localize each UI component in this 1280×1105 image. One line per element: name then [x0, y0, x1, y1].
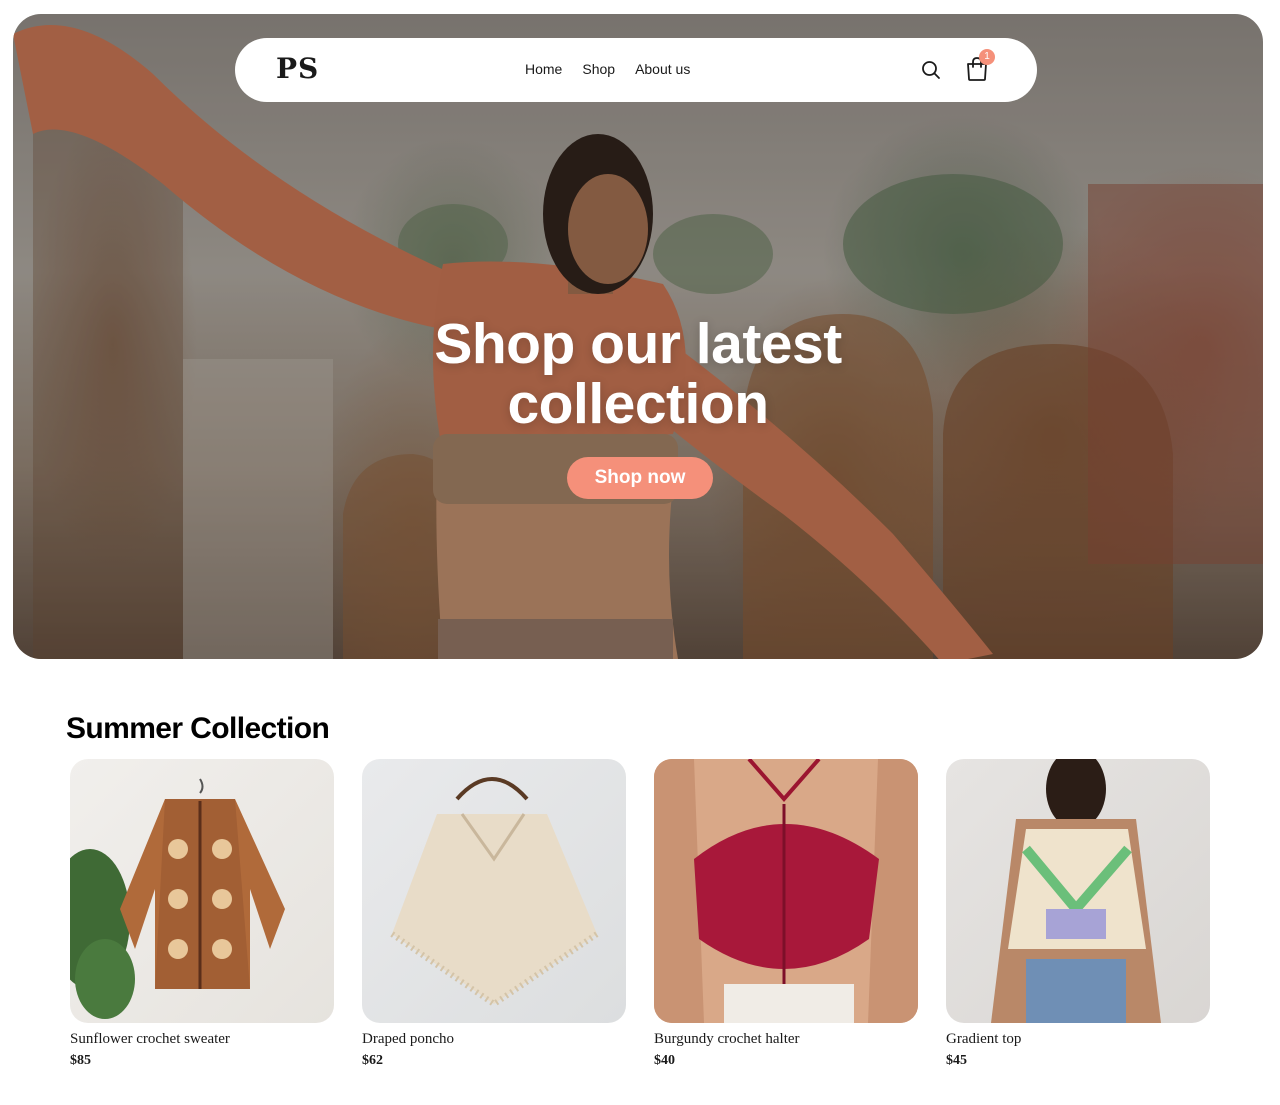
- product-name[interactable]: Burgundy crochet halter: [654, 1031, 918, 1049]
- product-name[interactable]: Sunflower crochet sweater: [70, 1031, 334, 1049]
- product-card[interactable]: Gradient top $45: [946, 759, 1210, 1069]
- product-price: $40: [654, 1053, 675, 1068]
- product-card[interactable]: Draped poncho $62: [362, 759, 626, 1069]
- search-button[interactable]: [917, 56, 945, 84]
- hero-title: Shop our latest collection: [13, 314, 1263, 434]
- collection-title: Summer Collection: [66, 712, 330, 745]
- shop-now-button[interactable]: Shop now: [567, 457, 713, 499]
- product-price: $85: [70, 1053, 91, 1068]
- nav-link-home[interactable]: Home: [525, 61, 562, 77]
- crochet-sweater-image: [70, 778, 285, 1019]
- main-nav: Home Shop About us: [525, 61, 690, 77]
- brand-logo[interactable]: PS: [276, 52, 319, 85]
- hero-title-line-2: collection: [507, 372, 769, 436]
- product-image[interactable]: [362, 759, 626, 1023]
- poncho-image: [390, 777, 599, 1008]
- navbar: PS Home Shop About us 1: [235, 38, 1037, 102]
- product-card[interactable]: Sunflower crochet sweater $85: [70, 759, 334, 1069]
- hero-banner: Shop our latest collection Shop now: [13, 14, 1263, 659]
- product-image[interactable]: [654, 759, 918, 1023]
- product-price: $62: [362, 1053, 383, 1068]
- product-image[interactable]: [946, 759, 1210, 1023]
- crochet-halter-image: [654, 759, 918, 1023]
- cart-button[interactable]: 1: [962, 49, 995, 84]
- nav-link-shop[interactable]: Shop: [582, 61, 615, 77]
- product-card[interactable]: Burgundy crochet halter $40: [654, 759, 918, 1069]
- product-name[interactable]: Gradient top: [946, 1031, 1210, 1049]
- product-price: $45: [946, 1053, 967, 1068]
- nav-link-about-us[interactable]: About us: [635, 61, 690, 77]
- product-image[interactable]: [70, 759, 334, 1023]
- gradient-top-image: [991, 759, 1161, 1023]
- cart-count-badge: 1: [979, 49, 995, 65]
- search-icon: [922, 61, 940, 79]
- product-name[interactable]: Draped poncho: [362, 1031, 626, 1049]
- hero-title-line-1: Shop our latest: [434, 312, 842, 376]
